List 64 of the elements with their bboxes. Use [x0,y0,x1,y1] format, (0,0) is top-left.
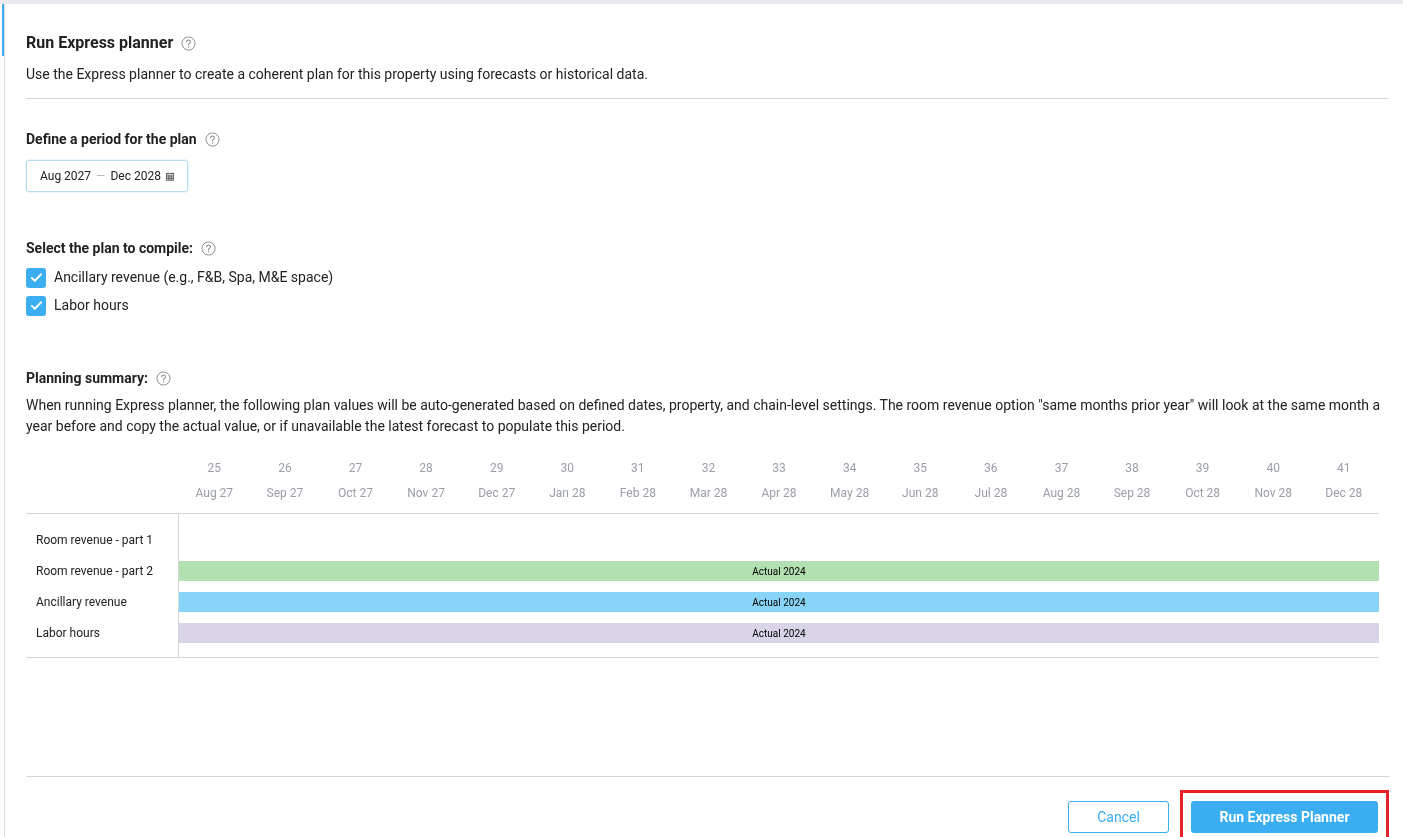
period-number: 32 [701,460,716,477]
period-month: May 28 [830,485,870,502]
period-number: 26 [278,460,292,477]
period-month: Dec 27 [478,485,516,502]
period-month: Oct 27 [338,485,373,502]
date-range-field[interactable]: Aug 2027 — Dec 2028 [26,160,188,192]
period-month: Oct 28 [1185,485,1221,502]
timeline-bar: Actual 2024 [179,592,1379,612]
run-button[interactable]: Run Express Planner [1191,801,1378,833]
period-month: Jan 28 [549,485,586,502]
period-number: 37 [1054,460,1069,477]
period-number: 33 [772,460,786,477]
option-label: Labor hours [54,296,129,315]
period-month: Apr 28 [761,485,797,502]
row-label: Labor hours [36,625,100,642]
period-month: Dec 28 [1325,485,1363,502]
checkbox[interactable] [26,267,46,288]
period-month: Feb 28 [619,485,656,502]
cancel-button[interactable]: Cancel [1068,801,1169,833]
period-number: 36 [984,460,998,477]
checkbox[interactable] [26,295,46,316]
check-icon [29,299,43,312]
row-label: Ancillary revenue [36,594,127,611]
option-label: Ancillary revenue (e.g., F&B, Spa, M&E space) [54,268,334,288]
period-number: 31 [631,460,645,477]
period-number: 29 [489,460,504,477]
period-month: Aug 27 [195,485,234,502]
period-month: Nov 28 [1254,485,1292,502]
period-number: 41 [1337,460,1351,477]
calendar-icon [165,170,174,182]
period-month: Nov 27 [407,485,445,502]
row-label: Room revenue - part 1 [36,532,154,549]
period-number: 39 [1195,460,1210,477]
period-number: 28 [419,460,433,477]
section-label: Define a period for the plan [26,130,197,149]
period-number: 30 [560,460,574,477]
page-description: Use the Express planner to create a coherent plan for this property using forecasts or historical data. [26,65,649,84]
period-number: 34 [842,460,857,477]
help-icon[interactable] [201,241,217,256]
period-month: Jun 28 [902,485,939,502]
start-date: Aug 2027 [40,168,92,185]
check-icon [29,271,43,284]
period-month: Mar 28 [689,485,728,502]
end-date: Dec 2028 [110,168,161,185]
summary-description: When running Express planner, the following plan values will be auto-generated based on defined dates, property, and chain-level settings. The room revenue option "same months prior year" will look at the same month a year before and copy the actual value, or if unavailable the latest forecast to populate this period. [26,396,1382,436]
timeline-bar: Actual 2024 [179,623,1379,643]
date-separator: — [96,168,106,185]
section-label: Planning summary: [26,369,148,388]
help-icon[interactable] [181,35,197,51]
timeline-bar: Actual 2024 [179,561,1379,581]
period-month: Sep 27 [266,485,304,502]
period-number: 27 [348,460,363,477]
period-number: 25 [207,460,222,477]
period-month: Sep 28 [1113,485,1151,502]
period-number: 40 [1266,460,1280,477]
period-number: 38 [1125,460,1139,477]
period-number: 35 [913,460,927,477]
row-label: Room revenue - part 2 [36,563,154,580]
help-icon[interactable] [155,371,171,386]
section-label: Select the plan to compile: [26,239,194,258]
help-icon[interactable] [204,132,220,147]
page-title: Run Express planner [26,32,174,54]
period-month: Aug 28 [1042,485,1081,502]
period-month: Jul 28 [974,485,1008,502]
